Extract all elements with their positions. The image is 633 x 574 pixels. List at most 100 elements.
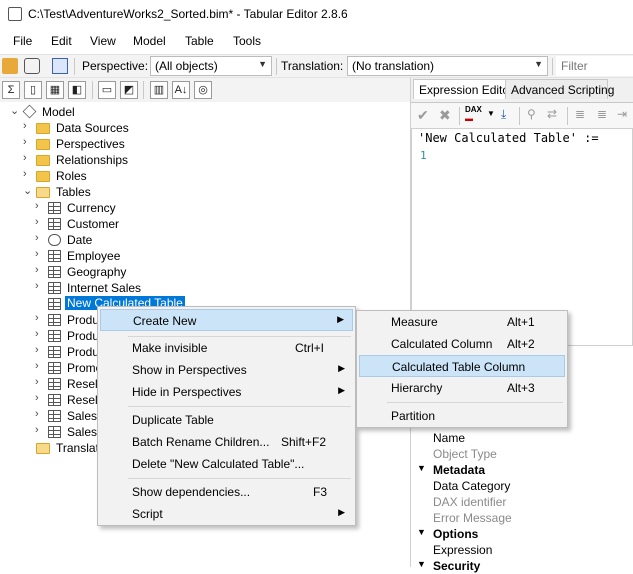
tree-node-table[interactable]: › Currency xyxy=(0,200,200,216)
tab-expression-editor[interactable]: Expression Editor xyxy=(413,79,513,99)
comment-icon[interactable]: ≣ xyxy=(575,107,585,121)
property-object-type[interactable]: Object Type xyxy=(411,446,633,462)
expand-icon[interactable]: › xyxy=(35,360,45,372)
property-data-category[interactable]: Data Category xyxy=(411,478,633,494)
expand-icon[interactable]: › xyxy=(35,200,45,212)
uncomment-icon[interactable]: ≣ xyxy=(597,107,607,121)
menu-item-label: Measure xyxy=(391,315,438,329)
menu-item-show-dependencies[interactable]: Show dependencies... F3 xyxy=(100,481,353,503)
tree-node-roles[interactable]: › Roles xyxy=(0,168,200,184)
property-name[interactable]: Name xyxy=(411,430,633,446)
menu-item-shortcut: F3 xyxy=(313,485,328,499)
submenu-item-hierarchy[interactable]: Hierarchy Alt+3 xyxy=(359,377,565,399)
menu-item-script[interactable]: Script ▶ xyxy=(100,503,353,525)
expand-icon[interactable]: › xyxy=(35,280,45,292)
save-icon[interactable] xyxy=(52,58,68,74)
tree-node-table[interactable]: › Geography xyxy=(0,264,200,280)
tree-node-data-sources[interactable]: › Data Sources xyxy=(0,120,200,136)
indent-icon[interactable]: ⇥ xyxy=(617,107,627,121)
menu-tools[interactable]: Tools xyxy=(233,34,261,48)
expand-icon[interactable]: › xyxy=(23,136,33,148)
tree-node-table[interactable]: › Employee xyxy=(0,248,200,264)
goto-icon[interactable]: ⤓ xyxy=(501,107,506,122)
menu-item-make-invisible[interactable]: Make invisible Ctrl+I xyxy=(100,337,353,359)
category-security[interactable]: ▼ Security xyxy=(411,558,633,574)
expand-icon[interactable]: › xyxy=(23,168,33,180)
tree-node-table[interactable]: › Internet Sales xyxy=(0,280,200,296)
expand-icon[interactable]: › xyxy=(35,392,45,404)
menu-item-batch-rename[interactable]: Batch Rename Children... Shift+F2 xyxy=(100,431,353,453)
menu-view[interactable]: View xyxy=(90,34,116,48)
menu-item-hide-in-perspectives[interactable]: Hide in Perspectives ▶ xyxy=(100,381,353,403)
replace-icon[interactable]: ⇄ xyxy=(547,107,557,121)
menu-item-show-in-perspectives[interactable]: Show in Perspectives ▶ xyxy=(100,359,353,381)
collapse-icon[interactable]: ▼ xyxy=(417,463,426,473)
expand-icon[interactable]: › xyxy=(35,376,45,388)
expand-icon[interactable]: › xyxy=(35,232,45,244)
sort-az-button[interactable]: A↓ xyxy=(172,81,190,99)
expand-icon[interactable]: › xyxy=(35,344,45,356)
toolbar-separator xyxy=(459,107,460,125)
find-icon[interactable]: ⚲ xyxy=(527,107,536,121)
collapse-icon[interactable]: ⌄ xyxy=(23,184,33,197)
show-partitions-button[interactable]: ◧ xyxy=(68,81,86,99)
expand-icon[interactable]: › xyxy=(35,328,45,340)
tree-node-table[interactable]: › Date xyxy=(0,232,200,248)
filter-input[interactable]: Filter xyxy=(556,56,633,76)
folder-icon xyxy=(36,155,50,166)
submenu-item-calculated-column[interactable]: Calculated Column Alt+2 xyxy=(359,333,565,355)
tree-node-perspectives[interactable]: › Perspectives xyxy=(0,136,200,152)
menu-item-delete[interactable]: Delete "New Calculated Table"... xyxy=(100,453,353,475)
accept-icon[interactable]: ✔ xyxy=(417,107,429,124)
category-options[interactable]: ▼ Options xyxy=(411,526,633,542)
menu-item-duplicate-table[interactable]: Duplicate Table xyxy=(100,409,353,431)
submenu-arrow-icon: ▶ xyxy=(338,507,345,517)
expand-icon[interactable]: › xyxy=(35,248,45,260)
category-metadata[interactable]: ▼ Metadata xyxy=(411,462,633,478)
deploy-icon[interactable] xyxy=(24,58,40,74)
show-info-columns-button[interactable]: ◩ xyxy=(120,81,138,99)
expand-icon[interactable]: › xyxy=(35,216,45,228)
collapse-icon[interactable]: ▼ xyxy=(417,527,426,537)
tree-node-table[interactable]: › Customer xyxy=(0,216,200,232)
menu-table[interactable]: Table xyxy=(185,34,214,48)
submenu-item-partition[interactable]: Partition xyxy=(359,405,565,427)
translation-dropdown[interactable]: (No translation) ▼ xyxy=(347,56,548,76)
tree-node-tables[interactable]: ⌄ Tables xyxy=(0,184,200,200)
property-error-message[interactable]: Error Message xyxy=(411,510,633,526)
perspective-filter-button[interactable]: ◎ xyxy=(194,81,212,99)
show-columns-button[interactable]: ▯ xyxy=(24,81,42,99)
property-expression[interactable]: Expression xyxy=(411,542,633,558)
table-icon xyxy=(48,330,61,342)
cancel-icon[interactable]: ✖ xyxy=(439,107,451,124)
expand-icon[interactable]: › xyxy=(23,152,33,164)
submenu-item-measure[interactable]: Measure Alt+1 xyxy=(359,311,565,333)
menu-item-create-new[interactable]: Create New ▶ xyxy=(100,309,353,331)
submenu-item-calculated-table-column[interactable]: Calculated Table Column xyxy=(359,355,565,377)
expand-icon[interactable]: › xyxy=(35,312,45,324)
perspective-dropdown[interactable]: (All objects) ▼ xyxy=(150,56,272,76)
show-hidden-button[interactable]: ▭ xyxy=(98,81,116,99)
open-folder-icon[interactable] xyxy=(2,58,18,74)
dax-label: DAX xyxy=(465,105,482,114)
tree-node-relationships[interactable]: › Relationships xyxy=(0,152,200,168)
dropdown-arrow-icon[interactable]: ▼ xyxy=(487,109,495,118)
expand-icon[interactable]: › xyxy=(23,120,33,132)
show-hierarchies-button[interactable]: ▦ xyxy=(46,81,64,99)
expand-icon[interactable]: › xyxy=(35,264,45,276)
menu-edit[interactable]: Edit xyxy=(51,34,72,48)
collapse-icon[interactable]: ▼ xyxy=(417,559,426,569)
dax-format-icon[interactable]: DAX ▬ xyxy=(465,105,482,123)
collapse-icon[interactable]: ⌄ xyxy=(10,104,20,117)
tree-node-model[interactable]: ⌄ Model xyxy=(0,104,200,120)
expand-icon[interactable]: › xyxy=(35,408,45,420)
expand-icon[interactable]: › xyxy=(35,424,45,436)
property-dax-identifier[interactable]: DAX identifier xyxy=(411,494,633,510)
show-measures-button[interactable]: Σ xyxy=(2,81,20,99)
menu-item-label: Make invisible xyxy=(132,341,208,355)
menu-file[interactable]: File xyxy=(13,34,32,48)
menu-model[interactable]: Model xyxy=(133,34,166,48)
tab-advanced-scripting[interactable]: Advanced Scripting xyxy=(505,79,614,99)
tree-node-label: Sales xyxy=(67,425,98,439)
display-folders-button[interactable]: ▥ xyxy=(150,81,168,99)
